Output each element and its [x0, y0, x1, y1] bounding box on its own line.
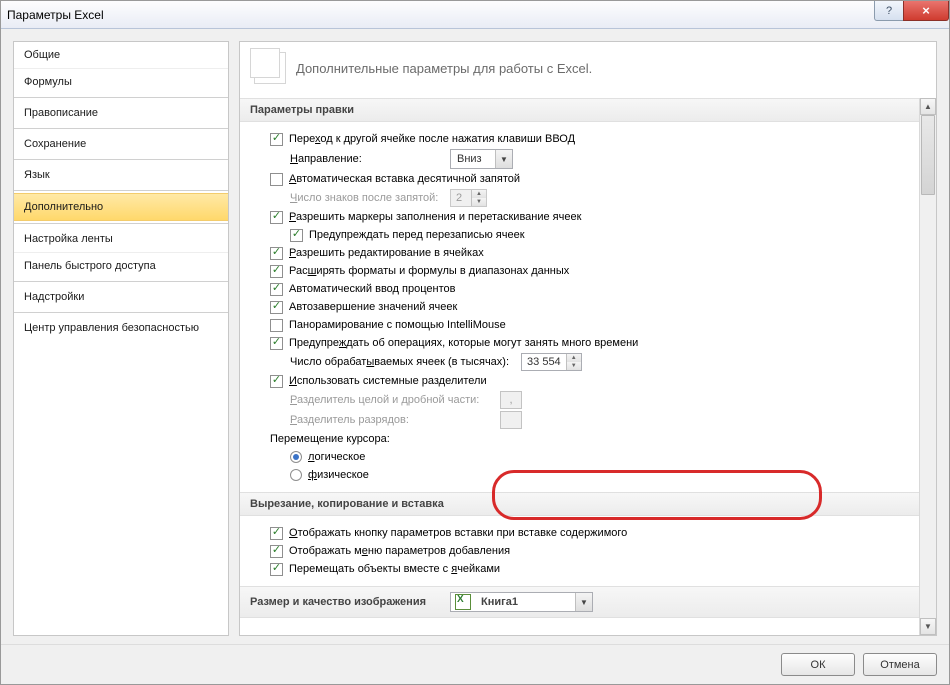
opt-thousand-sep-row: Разделитель разрядов: [290, 410, 915, 430]
checkbox-icon[interactable] [270, 247, 283, 260]
checkbox-icon[interactable] [270, 283, 283, 296]
sidebar-item-language[interactable]: Язык [14, 162, 228, 188]
page-header: Дополнительные параметры для работы с Ex… [240, 42, 936, 98]
opt-extend-formats[interactable]: Расширять форматы и формулы в диапазонах… [270, 262, 915, 280]
checkbox-icon[interactable] [270, 563, 283, 576]
close-button[interactable]: × [903, 1, 949, 21]
opt-cursor-logical[interactable]: логическое [290, 448, 915, 466]
workbook-combo[interactable]: Книга1 ▼ [450, 592, 593, 612]
chevron-down-icon[interactable]: ▼ [495, 150, 512, 168]
checkbox-icon[interactable] [270, 527, 283, 540]
sidebar-item-trust-center[interactable]: Центр управления безопасностью [14, 315, 228, 341]
section-cut-copy-paste: Вырезание, копирование и вставка [240, 492, 936, 516]
scroll-area: Параметры правки Переход к другой ячейке… [240, 98, 936, 635]
opt-direction-row: Направление: Вниз ▼ [290, 148, 915, 170]
excel-workbook-icon [455, 594, 471, 610]
window-title: Параметры Excel [7, 8, 104, 22]
opt-show-paste-button[interactable]: Отображать кнопку параметров вставки при… [270, 524, 915, 542]
checkbox-icon[interactable] [290, 229, 303, 242]
help-button[interactable]: ? [874, 1, 904, 21]
cursor-move-label: Перемещение курсора: [270, 430, 915, 448]
thousand-sep-input [500, 411, 522, 429]
checkbox-icon[interactable] [270, 173, 283, 186]
sidebar-item-advanced[interactable]: Дополнительно [14, 193, 228, 221]
excel-options-dialog: Параметры Excel ? × Общие Формулы Правоп… [0, 0, 950, 685]
checkbox-icon[interactable] [270, 375, 283, 388]
main-panel: Дополнительные параметры для работы с Ex… [239, 41, 937, 636]
sidebar-item-save[interactable]: Сохранение [14, 131, 228, 157]
checkbox-icon[interactable] [270, 133, 283, 146]
opt-system-separators[interactable]: Использовать системные разделители [270, 372, 915, 390]
dialog-footer: ОК Отмена [1, 644, 949, 684]
scroll-up-icon[interactable]: ▲ [920, 98, 936, 115]
sidebar-item-formulas[interactable]: Формулы [14, 68, 228, 95]
checkbox-icon[interactable] [270, 265, 283, 278]
cells-thousands-input[interactable]: 33 554 ▲▼ [521, 353, 582, 371]
category-sidebar: Общие Формулы Правописание Сохранение Яз… [13, 41, 229, 636]
opt-cursor-physical[interactable]: физическое [290, 466, 915, 484]
opt-auto-percent[interactable]: Автоматический ввод процентов [270, 280, 915, 298]
scroll-thumb[interactable] [921, 115, 935, 195]
dialog-body: Общие Формулы Правописание Сохранение Яз… [1, 29, 949, 644]
opt-intellimouse[interactable]: Панорамирование с помощью IntelliMouse [270, 316, 915, 334]
cutcopy-content: Отображать кнопку параметров вставки при… [240, 516, 919, 586]
radio-icon[interactable] [290, 469, 302, 481]
titlebar-controls: ? × [875, 1, 949, 21]
decimal-sep-input: , [500, 391, 522, 409]
sidebar-item-customize-ribbon[interactable]: Настройка ленты [14, 226, 228, 252]
editing-content: Переход к другой ячейке после нажатия кл… [240, 122, 919, 492]
spinner-icon[interactable]: ▲▼ [566, 354, 581, 370]
sidebar-item-proofing[interactable]: Правописание [14, 100, 228, 126]
opt-fill-handle[interactable]: Разрешить маркеры заполнения и перетаски… [270, 208, 915, 226]
radio-icon[interactable] [290, 451, 302, 463]
cancel-button[interactable]: Отмена [863, 653, 937, 676]
ok-button[interactable]: ОК [781, 653, 855, 676]
section-editing-options: Параметры правки [240, 98, 936, 122]
opt-decimal-sep-row: Разделитель целой и дробной части: , [290, 390, 915, 410]
chevron-down-icon[interactable]: ▼ [575, 593, 592, 611]
opt-warn-overwrite[interactable]: Предупреждать перед перезаписью ячеек [290, 226, 915, 244]
page-title: Дополнительные параметры для работы с Ex… [296, 61, 592, 76]
scroll-down-icon[interactable]: ▼ [920, 618, 936, 635]
advanced-icon [254, 52, 286, 84]
section-image-quality: Размер и качество изображения Книга1 ▼ [240, 586, 936, 618]
vertical-scrollbar[interactable]: ▲ ▼ [919, 98, 936, 635]
titlebar: Параметры Excel ? × [1, 1, 949, 29]
checkbox-icon[interactable] [270, 301, 283, 314]
checkbox-icon[interactable] [270, 211, 283, 224]
opt-move-after-enter[interactable]: Переход к другой ячейке после нажатия кл… [270, 130, 915, 148]
checkbox-icon[interactable] [270, 337, 283, 350]
sidebar-item-addins[interactable]: Надстройки [14, 284, 228, 310]
opt-decimal-places-row: Число знаков после запятой: 2 ▲▼ [290, 188, 915, 208]
opt-autocomplete[interactable]: Автозавершение значений ячеек [270, 298, 915, 316]
opt-edit-in-cell[interactable]: Разрешить редактирование в ячейках [270, 244, 915, 262]
opt-cells-thousands-row: Число обрабатываемых ячеек (в тысячах): … [290, 352, 915, 372]
checkbox-icon[interactable] [270, 319, 283, 332]
opt-warn-long-ops[interactable]: Предупреждать об операциях, которые могу… [270, 334, 915, 352]
direction-combo[interactable]: Вниз ▼ [450, 149, 513, 169]
opt-show-insert-menu[interactable]: Отображать меню параметров добавления [270, 542, 915, 560]
checkbox-icon[interactable] [270, 545, 283, 558]
decimal-places-input: 2 ▲▼ [450, 189, 487, 207]
sidebar-item-general[interactable]: Общие [14, 42, 228, 68]
sidebar-item-quick-access[interactable]: Панель быстрого доступа [14, 252, 228, 279]
opt-move-objects[interactable]: Перемещать объекты вместе с ячейками [270, 560, 915, 578]
spinner-icon: ▲▼ [471, 190, 486, 206]
opt-auto-decimal[interactable]: Автоматическая вставка десятичной запято… [270, 170, 915, 188]
